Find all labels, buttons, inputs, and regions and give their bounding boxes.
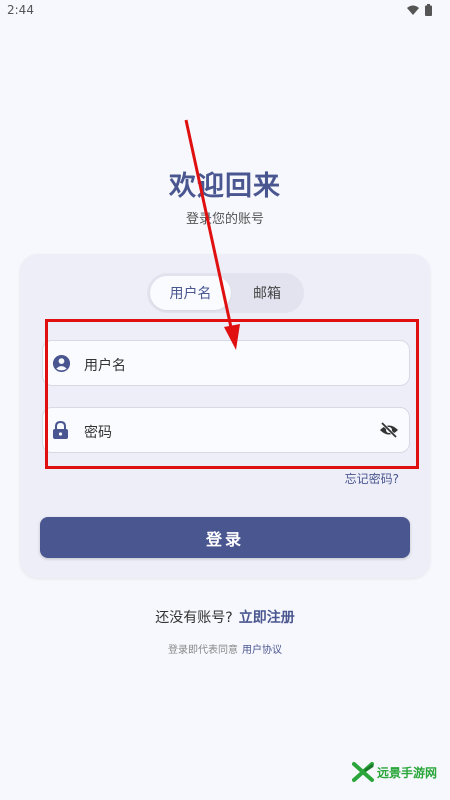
status-time: 2:44 bbox=[7, 3, 34, 17]
page-title: 欢迎回来 bbox=[169, 171, 281, 202]
agreement-row: 登录即代表同意 用户协议 bbox=[0, 641, 450, 656]
tab-email[interactable]: 邮箱 bbox=[233, 276, 301, 310]
status-icons bbox=[407, 4, 432, 16]
login-method-tabs: 用户名 邮箱 bbox=[147, 273, 304, 313]
battery-icon bbox=[425, 4, 432, 16]
watermark: 远景手游网 bbox=[352, 762, 437, 782]
wifi-icon bbox=[407, 5, 419, 15]
status-bar: 2:44 bbox=[0, 0, 450, 22]
page-subtitle: 登录您的账号 bbox=[185, 212, 264, 227]
watermark-logo-icon bbox=[352, 762, 374, 782]
register-row: 还没有账号? 立即注册 bbox=[0, 607, 450, 627]
forgot-password-link[interactable]: 忘记密码? bbox=[345, 470, 399, 487]
annotation-highlight-box bbox=[45, 319, 419, 469]
user-agreement-link[interactable]: 用户协议 bbox=[242, 645, 282, 656]
login-screen: 2:44 欢迎回来 登录您的账号 用户名 邮箱 用户名 密码 忘记密码? 登录 … bbox=[0, 0, 450, 800]
register-link[interactable]: 立即注册 bbox=[239, 610, 295, 626]
tab-username[interactable]: 用户名 bbox=[150, 276, 231, 310]
watermark-text: 远景手游网 bbox=[377, 765, 438, 780]
agreement-text: 登录即代表同意 bbox=[168, 645, 238, 656]
no-account-text: 还没有账号? bbox=[155, 610, 233, 626]
login-button[interactable]: 登录 bbox=[40, 517, 410, 558]
